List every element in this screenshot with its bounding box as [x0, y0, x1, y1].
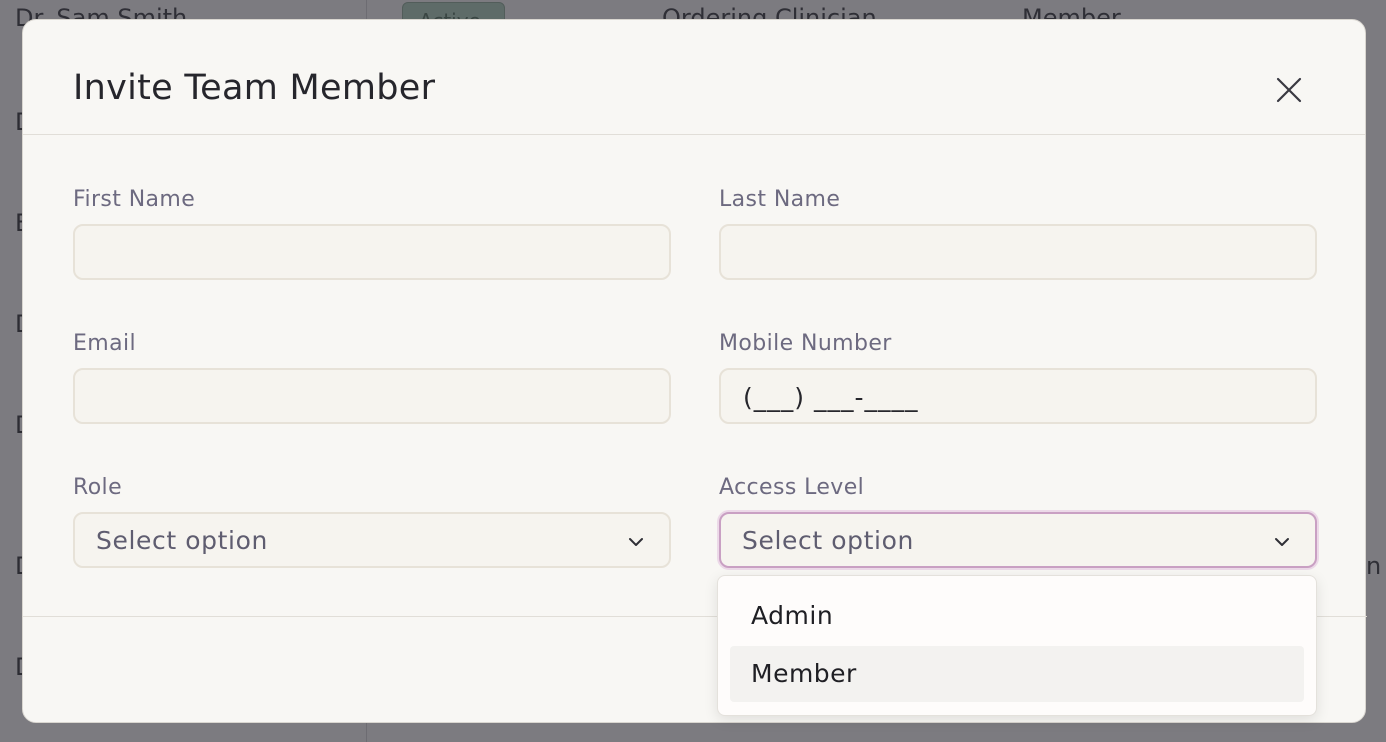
modal-title: Invite Team Member — [73, 68, 436, 108]
last-name-input[interactable] — [719, 224, 1317, 280]
chevron-down-icon — [629, 538, 643, 546]
chevron-down-icon — [1275, 538, 1289, 546]
close-icon — [1276, 77, 1302, 103]
access-level-label: Access Level — [719, 475, 865, 500]
email-input[interactable] — [73, 368, 671, 424]
access-level-select-value: Select option — [742, 526, 914, 555]
mobile-number-input[interactable]: (___) ___-____ — [719, 368, 1317, 424]
access-level-dropdown: Admin Member — [717, 575, 1317, 716]
last-name-label: Last Name — [719, 187, 841, 212]
role-label: Role — [73, 475, 123, 500]
role-select[interactable]: Select option — [73, 512, 671, 568]
modal-header: Invite Team Member — [23, 20, 1365, 135]
dropdown-option-member[interactable]: Member — [730, 646, 1304, 702]
bg-right-clip: n — [1366, 552, 1382, 580]
email-label: Email — [73, 331, 137, 356]
access-level-select[interactable]: Select option — [719, 512, 1317, 568]
dropdown-option-admin[interactable]: Admin — [730, 588, 1304, 644]
first-name-label: First Name — [73, 187, 196, 212]
role-select-value: Select option — [96, 526, 268, 555]
close-button[interactable] — [1274, 75, 1304, 105]
mobile-number-mask: (___) ___-____ — [743, 383, 919, 412]
mobile-number-label: Mobile Number — [719, 331, 892, 356]
first-name-input[interactable] — [73, 224, 671, 280]
